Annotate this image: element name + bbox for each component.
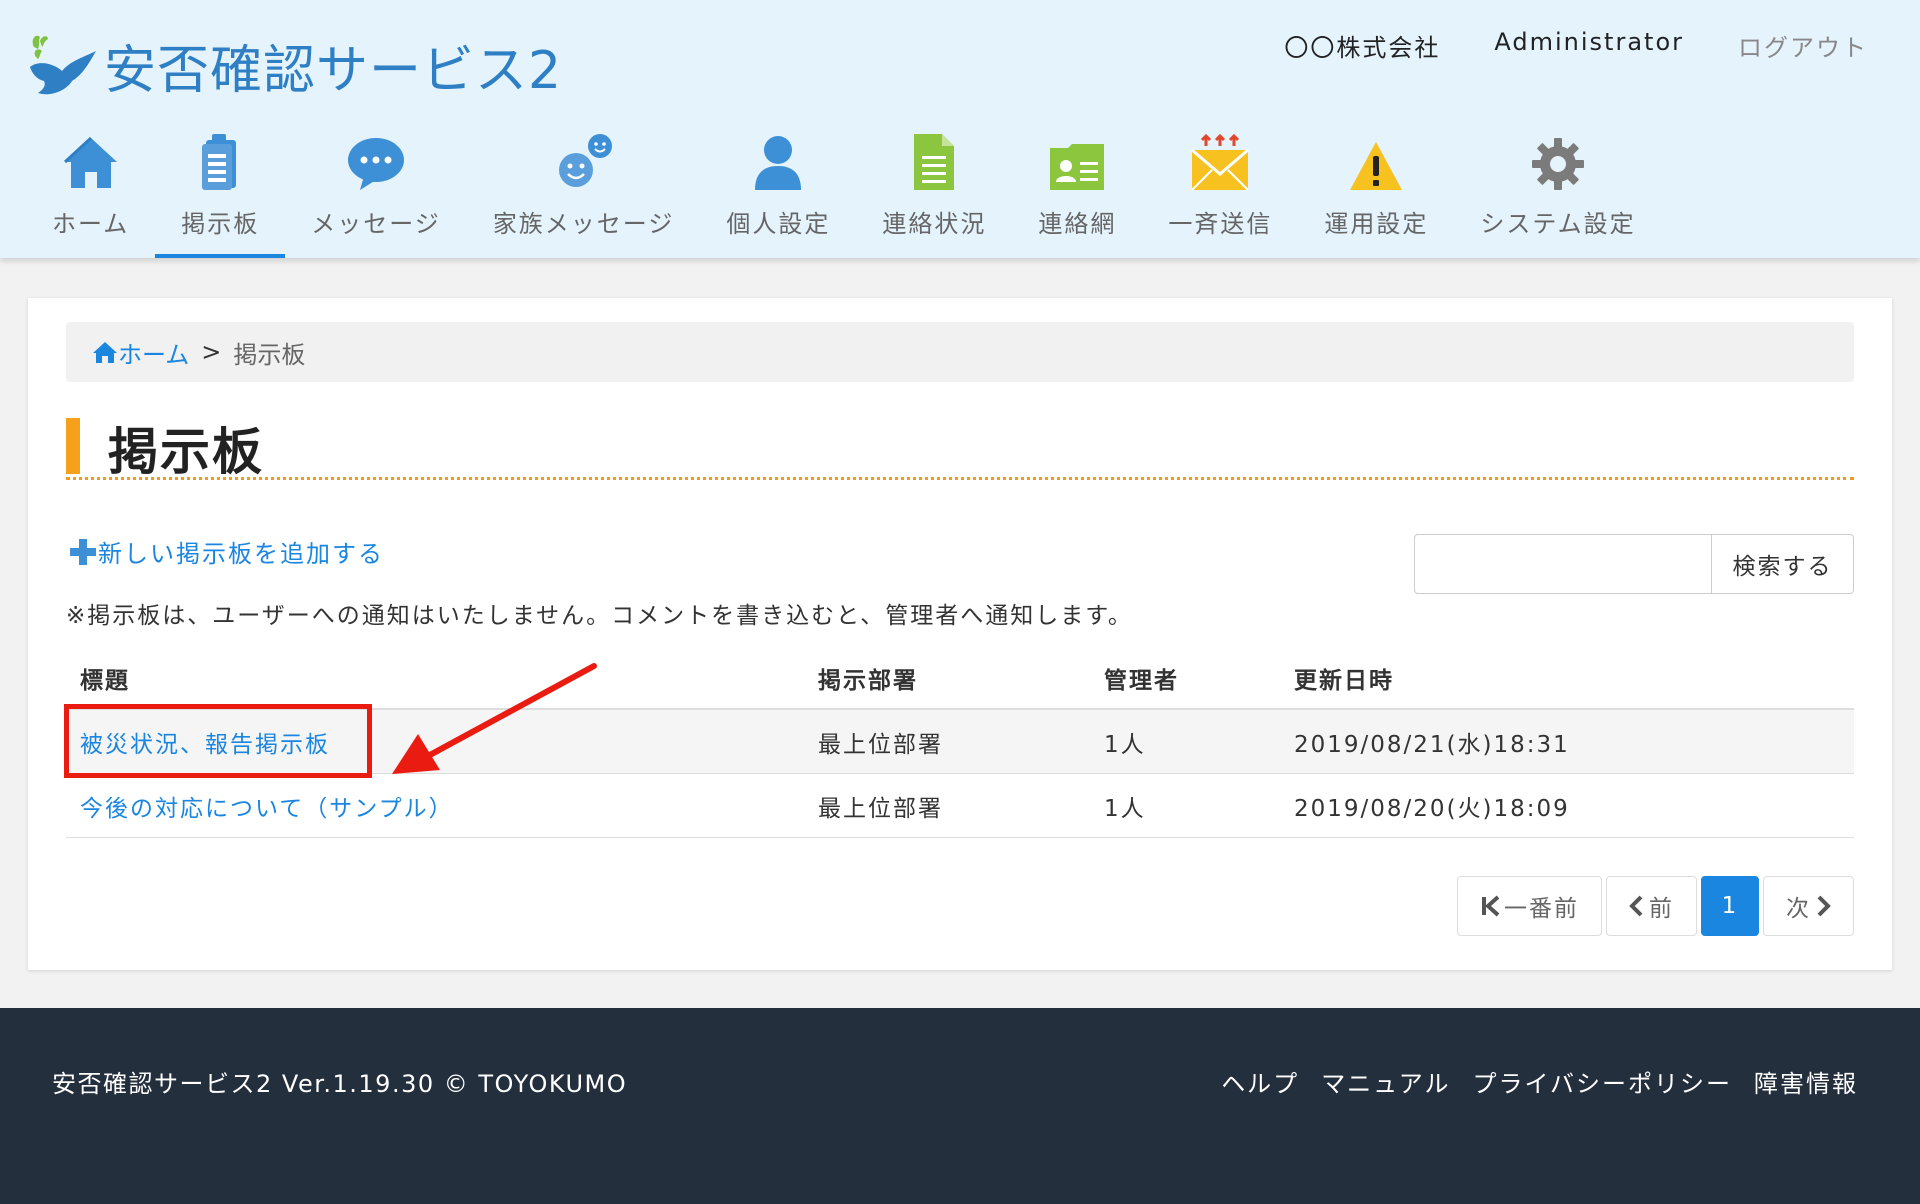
app-title: 安否確認サービス2 <box>104 41 563 101</box>
company-name: 〇〇株式会社 <box>1284 34 1441 62</box>
search-input[interactable] <box>1414 534 1712 594</box>
department-cell: 最上位部署 <box>818 731 943 758</box>
pagination-prev-button[interactable]: 前 <box>1606 876 1697 936</box>
page-title: 掲示板 <box>108 423 264 481</box>
column-header-updated: 更新日時 <box>1294 668 1394 694</box>
nav-label: 連絡状況 <box>882 210 987 238</box>
nav-label: 一斉送信 <box>1168 210 1273 238</box>
dove-logo-icon <box>30 35 96 94</box>
add-link-label: 新しい掲示板を追加する <box>98 540 384 568</box>
home-icon <box>93 342 117 363</box>
pagination-first-button[interactable]: 一番前 <box>1457 876 1602 936</box>
contact-card-folder-icon <box>1048 128 1106 192</box>
search-button[interactable]: 検索する <box>1712 534 1854 594</box>
app-logo[interactable]: 安否確認サービス2 <box>26 28 562 103</box>
app-header: 安否確認サービス2 〇〇株式会社 Administrator ログアウト ホーム <box>0 0 1920 258</box>
pagination-next-label: 次 <box>1786 896 1811 922</box>
table-header-row: 標題 掲示部署 管理者 更新日時 <box>66 648 1854 710</box>
annotation-arrow-icon <box>392 663 597 774</box>
footer-links: ヘルプ マニュアル プライバシーポリシー 障害情報 <box>1221 1064 1858 1099</box>
breadcrumb: ホーム > 掲示板 <box>66 322 1854 382</box>
annotation-highlight-box <box>64 704 372 778</box>
breadcrumb-current: 掲示板 <box>233 340 306 369</box>
nav-item-operation-settings[interactable]: 運用設定 <box>1298 128 1454 258</box>
main-content-card: ホーム > 掲示板 掲示板 新しい掲示板を追加する ※掲示板は、ユーザーへの通知… <box>28 298 1892 970</box>
nav-item-contact-network[interactable]: 連絡網 <box>1012 128 1142 258</box>
clipboard-icon <box>198 128 242 192</box>
managers-cell: 1人 <box>1104 795 1146 822</box>
title-accent-bar <box>66 418 80 474</box>
column-header-department: 掲示部署 <box>818 668 918 694</box>
nav-item-message[interactable]: メッセージ <box>285 128 467 258</box>
speech-bubble-icon <box>346 128 406 192</box>
nav-item-system-settings[interactable]: システム設定 <box>1454 128 1661 258</box>
pagination-current-page[interactable]: 1 <box>1701 876 1759 936</box>
page-title-section: 掲示板 <box>66 416 1854 481</box>
warning-icon <box>1348 128 1404 192</box>
main-nav: ホーム 掲示板 メッセージ 家族メッセージ 個人設定 連絡状況 連絡網 一斉送信… <box>26 128 1662 258</box>
gear-icon <box>1530 128 1586 192</box>
skip-first-icon <box>1482 895 1500 917</box>
nav-label: メッセージ <box>311 210 441 238</box>
nav-label: 掲示板 <box>181 210 260 238</box>
pagination: 一番前 前 1 次 <box>1457 876 1854 936</box>
updated-cell: 2019/08/21(水)18:31 <box>1294 731 1570 758</box>
chevron-right-icon <box>1817 895 1831 917</box>
nav-label: 個人設定 <box>726 210 831 238</box>
nav-item-bulletin-board[interactable]: 掲示板 <box>155 128 286 258</box>
nav-label: ホーム <box>52 210 130 238</box>
document-icon <box>912 128 956 192</box>
breadcrumb-home-link[interactable]: ホーム <box>92 335 189 370</box>
footer-link-incident-info[interactable]: 障害情報 <box>1754 1064 1858 1099</box>
nav-item-home[interactable]: ホーム <box>26 128 155 258</box>
pagination-next-button[interactable]: 次 <box>1763 876 1854 936</box>
chevron-left-icon <box>1629 895 1643 917</box>
table-row: 今後の対応について（サンプル） 最上位部署 1人 2019/08/20(火)18… <box>66 774 1854 838</box>
board-title-link[interactable]: 今後の対応について（サンプル） <box>66 789 818 823</box>
copyright: 安否確認サービス2 Ver.1.19.30 © TOYOKUMO <box>52 1070 628 1098</box>
updated-cell: 2019/08/20(火)18:09 <box>1294 795 1570 822</box>
nav-label: 連絡網 <box>1038 210 1117 238</box>
nav-item-personal-settings[interactable]: 個人設定 <box>700 128 856 258</box>
logout-link[interactable]: ログアウト <box>1738 28 1868 63</box>
footer-link-manual[interactable]: マニュアル <box>1321 1064 1450 1099</box>
department-cell: 最上位部署 <box>818 795 943 822</box>
nav-label: 運用設定 <box>1324 210 1429 238</box>
plus-icon <box>70 538 96 565</box>
nav-label: 家族メッセージ <box>492 210 675 238</box>
managers-cell: 1人 <box>1104 731 1146 758</box>
pagination-prev-label: 前 <box>1649 896 1674 922</box>
column-header-managers: 管理者 <box>1104 668 1179 694</box>
notification-note: ※掲示板は、ユーザーへの通知はいたしません。コメントを書き込むと、管理者へ通知し… <box>66 603 1133 629</box>
family-faces-icon <box>554 128 614 192</box>
top-links: 〇〇株式会社 Administrator ログアウト <box>1284 28 1868 63</box>
add-bulletin-board-link[interactable]: 新しい掲示板を追加する <box>68 534 384 569</box>
home-icon <box>61 128 121 192</box>
envelope-arrows-icon <box>1190 128 1250 192</box>
nav-item-contact-status[interactable]: 連絡状況 <box>856 128 1012 258</box>
pagination-first-label: 一番前 <box>1504 896 1579 922</box>
breadcrumb-separator: > <box>201 338 222 366</box>
footer-link-privacy-policy[interactable]: プライバシーポリシー <box>1472 1064 1732 1099</box>
footer-link-help[interactable]: ヘルプ <box>1221 1064 1299 1099</box>
nav-item-family-message[interactable]: 家族メッセージ <box>467 128 701 258</box>
nav-label: システム設定 <box>1480 210 1636 238</box>
breadcrumb-home-label: ホーム <box>118 340 190 369</box>
nav-item-broadcast[interactable]: 一斉送信 <box>1142 128 1298 258</box>
page-footer: 安否確認サービス2 Ver.1.19.30 © TOYOKUMO ヘルプ マニュ… <box>0 1008 1920 1204</box>
user-name-link[interactable]: Administrator <box>1494 28 1684 63</box>
person-icon <box>753 128 803 192</box>
